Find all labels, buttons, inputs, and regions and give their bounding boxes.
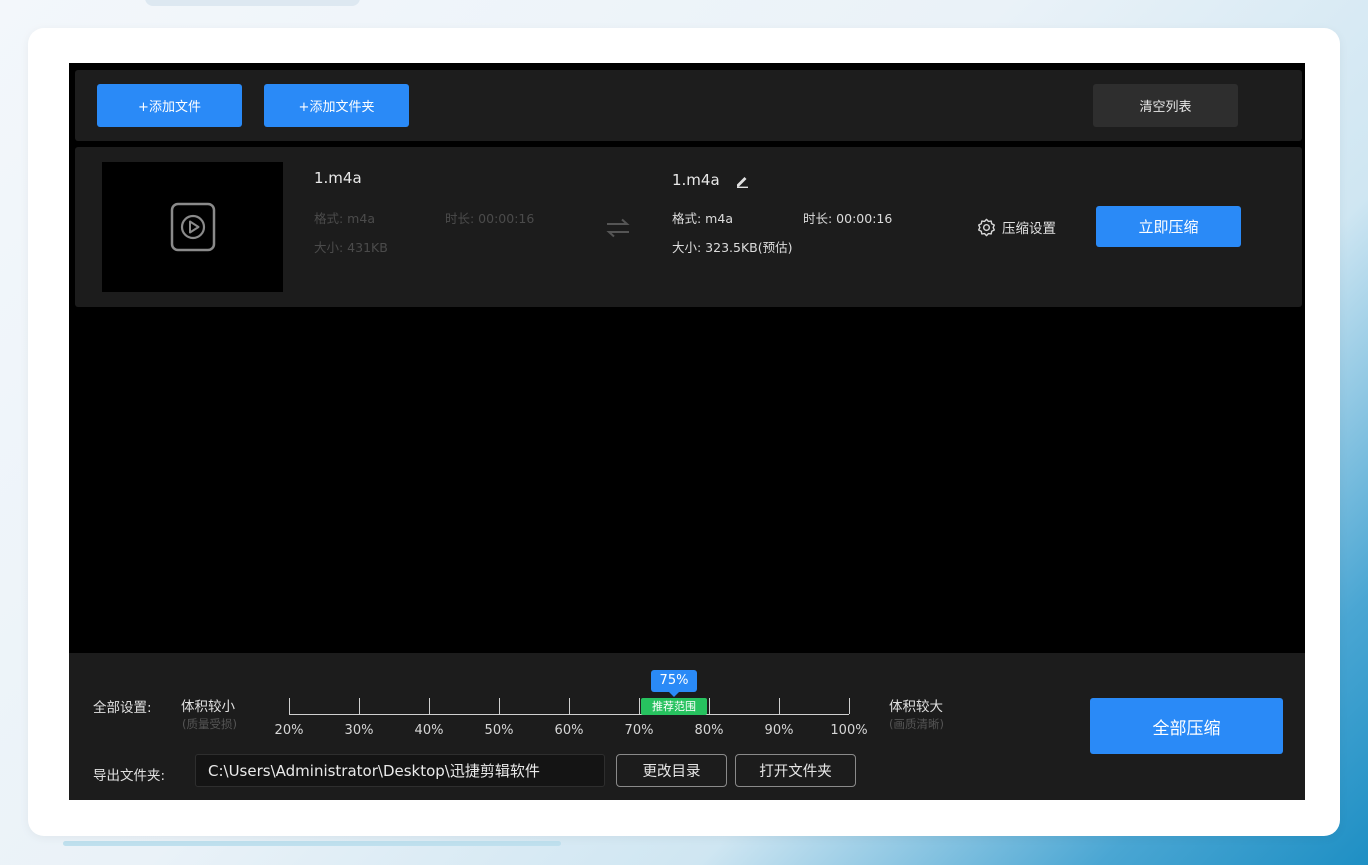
background-pill [145, 0, 360, 6]
slider-value-badge[interactable]: 75% [651, 670, 697, 697]
compress-now-button[interactable]: 立即压缩 [1096, 206, 1241, 247]
slider-tick [499, 698, 500, 714]
change-directory-button[interactable]: 更改目录 [616, 754, 727, 787]
slider-pointer [669, 692, 679, 697]
slider-tick [569, 698, 570, 714]
add-folder-button[interactable]: +添加文件夹 [264, 84, 409, 127]
slider-tick [429, 698, 430, 714]
compress-all-button[interactable]: 全部压缩 [1090, 698, 1283, 754]
gear-icon [977, 218, 996, 236]
source-file-name: 1.m4a [314, 169, 362, 187]
slider-tick-label: 30% [344, 723, 374, 738]
export-folder-label: 导出文件夹: [93, 768, 166, 784]
slider-tick-label: 50% [484, 723, 514, 738]
slider-tick-label: 40% [414, 723, 444, 738]
source-format: 格式: m4a [314, 211, 375, 226]
convert-arrows-icon [606, 218, 630, 238]
slider-tick-label: 100% [830, 723, 868, 738]
slider-tick [289, 698, 290, 714]
recommended-range: 推荐范围 [641, 698, 707, 715]
toolbar: +添加文件 +添加文件夹 清空列表 [75, 70, 1302, 141]
smaller-size-label: 体积较小 [181, 699, 235, 715]
slider-tick-label: 80% [694, 723, 724, 738]
slider-tick-label: 20% [274, 723, 304, 738]
export-path-field[interactable]: C:\Users\Administrator\Desktop\迅捷剪辑软件 [195, 754, 605, 787]
open-folder-button[interactable]: 打开文件夹 [735, 754, 856, 787]
larger-size-sublabel: (画质清晰) [889, 717, 944, 731]
larger-size-label: 体积较大 [889, 699, 943, 715]
compress-settings-button[interactable]: 压缩设置 [977, 217, 1056, 237]
compression-slider[interactable]: 20% 30% 40% 50% 60% 70% 80% 90% 100% 推荐范围 75% [275, 653, 869, 748]
smaller-size-sublabel: (质量受损) [182, 717, 237, 731]
slider-value-text: 75% [659, 673, 689, 688]
edit-pencil-icon[interactable] [735, 174, 749, 188]
add-file-button[interactable]: +添加文件 [97, 84, 242, 127]
slider-tick [639, 698, 640, 714]
global-settings-label: 全部设置: [93, 700, 152, 716]
output-size: 大小: 323.5KB(预估) [672, 240, 793, 255]
recommended-range-label: 推荐范围 [652, 700, 696, 713]
play-icon [170, 202, 215, 252]
slider-track [289, 714, 849, 715]
file-thumbnail [102, 162, 283, 292]
slider-tick-label: 90% [764, 723, 794, 738]
output-file-name: 1.m4a [672, 171, 720, 189]
slider-tick-label: 60% [554, 723, 584, 738]
global-settings-bar: 全部设置: 体积较小 (质量受损) 20% 30% 40% 50% 60% 70% 80% 9… [69, 653, 1305, 800]
slider-tick [779, 698, 780, 714]
slider-tick [359, 698, 360, 714]
compress-settings-label: 压缩设置 [1002, 221, 1056, 237]
background-line [63, 841, 561, 846]
source-duration: 时长: 00:00:16 [445, 211, 535, 226]
clear-list-button[interactable]: 清空列表 [1093, 84, 1238, 127]
output-format: 格式: m4a [672, 211, 733, 226]
compressor-window: +添加文件 +添加文件夹 清空列表 1.m4a 格式: m4a 时长: 00:0… [69, 63, 1305, 800]
slider-tick-label: 70% [624, 723, 654, 738]
file-list-item: 1.m4a 格式: m4a 时长: 00:00:16 大小: 431KB 1.m… [75, 147, 1302, 307]
slider-tick [709, 698, 710, 714]
source-size: 大小: 431KB [314, 240, 388, 255]
output-duration: 时长: 00:00:16 [803, 211, 893, 226]
slider-tick [849, 698, 850, 714]
